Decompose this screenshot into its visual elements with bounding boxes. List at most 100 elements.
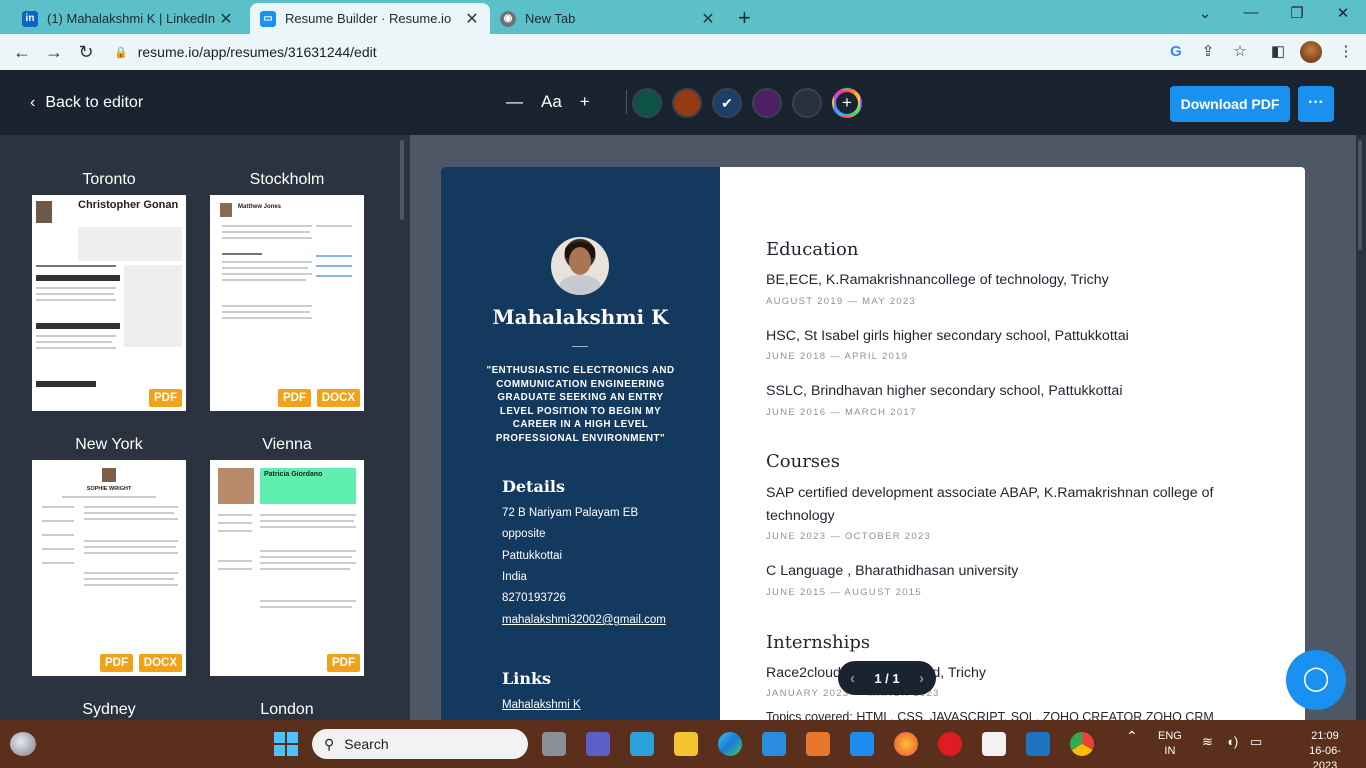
chat-support-button[interactable]: ◯: [1286, 650, 1346, 710]
download-pdf-button[interactable]: Download PDF: [1170, 86, 1290, 122]
check-icon: ✔: [721, 95, 733, 111]
chrome-taskbar-icon[interactable]: [1070, 732, 1094, 756]
education-heading: Education: [766, 239, 859, 260]
thumb-line: [42, 534, 74, 536]
divider: [572, 346, 588, 347]
template-thumb-new-york[interactable]: SOPHIE WRIGHT PDF DOCX: [32, 460, 186, 676]
file-explorer-icon[interactable]: [674, 732, 698, 756]
thumb-line: [84, 552, 178, 554]
profile-link[interactable]: Mahalakshmi K: [502, 699, 581, 711]
battery-icon[interactable]: ▭: [1250, 734, 1262, 749]
courses-heading: Courses: [766, 451, 840, 472]
prev-page-icon[interactable]: ‹: [850, 670, 855, 687]
thumb-photo: [36, 201, 52, 223]
color-swatch-rust[interactable]: [672, 88, 702, 118]
details-heading: Details: [502, 477, 565, 496]
start-tile: [274, 745, 285, 756]
tab-new-tab[interactable]: ◉ New Tab ✕: [490, 3, 726, 34]
template-thumb-toronto[interactable]: Christopher Gonan PDF: [32, 195, 186, 411]
dropbox-icon[interactable]: [850, 732, 874, 756]
color-swatch-navy-selected[interactable]: ✔: [712, 88, 742, 118]
share-icon[interactable]: ⇪: [1198, 42, 1218, 62]
close-tab-icon[interactable]: ✕: [464, 9, 480, 29]
forward-arrow-icon[interactable]: →: [42, 40, 66, 64]
office-icon[interactable]: [806, 732, 830, 756]
thumb-line: [316, 275, 352, 277]
task-view-icon[interactable]: [542, 732, 566, 756]
font-size-controls: — Aa +: [506, 90, 627, 114]
more-options-button[interactable]: ···: [1298, 86, 1334, 122]
clock[interactable]: 21:09 16-06-2023: [1300, 729, 1350, 768]
tab-linkedin[interactable]: in (1) Mahalakshmi K | LinkedIn ✕: [12, 3, 244, 34]
increase-font-button[interactable]: +: [580, 92, 590, 112]
profile-avatar[interactable]: [1300, 41, 1322, 63]
templates-scrollbar[interactable]: [400, 140, 404, 220]
url-text: resume.io/app/resumes/31631244/edit: [137, 44, 377, 60]
chat-bubble-icon: ◯: [1302, 665, 1330, 692]
thumb-line: [42, 562, 74, 564]
side-panel-icon[interactable]: ◧: [1268, 42, 1288, 62]
chrome-menu-icon[interactable]: ⋮: [1336, 42, 1356, 62]
thumb-line: [260, 520, 354, 522]
thumb-line: [84, 584, 178, 586]
opera-icon[interactable]: [938, 732, 962, 756]
thumb-line: [218, 530, 252, 532]
color-swatch-charcoal[interactable]: [792, 88, 822, 118]
thumb-line: [218, 560, 252, 562]
decrease-font-button[interactable]: —: [506, 92, 523, 112]
windows-taskbar: ⚲ Search ⌃ ENG IN ≋ ◖) ▭ 21:09 16-06-202…: [0, 720, 1366, 768]
thumb-name: Patricia Giordano: [264, 471, 323, 478]
edge-icon[interactable]: [718, 732, 742, 756]
weather-icon[interactable]: [10, 732, 36, 756]
reload-icon[interactable]: ↻: [74, 40, 98, 64]
taskbar-search[interactable]: ⚲ Search: [312, 729, 528, 759]
resume-page: Mahalakshmi K "ENTHUSIASTIC ELECTRONICS …: [441, 167, 1305, 720]
close-tab-icon[interactable]: ✕: [218, 9, 234, 29]
preview-scrollbar[interactable]: [1358, 140, 1362, 250]
minimize-button[interactable]: —: [1228, 4, 1274, 21]
tray-chevron-icon[interactable]: ⌃: [1126, 729, 1138, 744]
url-input[interactable]: 🔒 resume.io/app/resumes/31631244/edit: [108, 38, 1258, 66]
notepad-icon[interactable]: [982, 732, 1006, 756]
google-icon[interactable]: G: [1166, 42, 1186, 62]
email-link[interactable]: mahalakshmi32002@gmail.com: [502, 614, 666, 626]
template-thumb-vienna[interactable]: Patricia Giordano PDF: [210, 460, 364, 676]
course-entry: SAP certified development associate ABAP…: [766, 485, 1214, 524]
template-name[interactable]: Sydney: [32, 701, 186, 719]
color-swatch-purple[interactable]: [752, 88, 782, 118]
browser-tab-bar: in (1) Mahalakshmi K | LinkedIn ✕ ▭ Resu…: [0, 0, 1366, 34]
thumb-line: [84, 578, 174, 580]
next-page-icon[interactable]: ›: [919, 670, 924, 687]
tab-resume-builder[interactable]: ▭ Resume Builder · Resume.io ✕: [250, 3, 490, 34]
lock-icon: 🔒: [114, 46, 128, 59]
thumb-line: [218, 514, 252, 516]
maximize-button[interactable]: ❐: [1274, 4, 1320, 22]
course-date: JUNE 2015 — AUGUST 2015: [766, 587, 922, 598]
bookmark-star-icon[interactable]: ☆: [1230, 42, 1250, 62]
wifi-icon[interactable]: ≋: [1202, 734, 1213, 749]
firefox-icon[interactable]: [894, 732, 918, 756]
add-color-button[interactable]: +: [832, 88, 862, 118]
close-tab-icon[interactable]: ✕: [700, 9, 716, 29]
new-tab-button[interactable]: +: [738, 5, 751, 31]
lang-label: ENG: [1158, 730, 1182, 742]
thumb-line: [36, 347, 116, 349]
thumb-line: [260, 606, 352, 608]
myhp-icon[interactable]: [1026, 732, 1050, 756]
volume-icon[interactable]: ◖): [1226, 734, 1238, 749]
back-to-editor-button[interactable]: ‹ Back to editor: [30, 94, 143, 112]
mail-icon[interactable]: [762, 732, 786, 756]
thumb-photo: [102, 468, 116, 482]
template-name[interactable]: London: [210, 701, 364, 719]
teams-icon[interactable]: [586, 732, 610, 756]
template-thumb-stockholm[interactable]: Matthew Jones PDF DOCX: [210, 195, 364, 411]
windows-start-icon[interactable]: [274, 732, 298, 756]
color-swatch-green[interactable]: [632, 88, 662, 118]
close-window-button[interactable]: ✕: [1320, 4, 1366, 22]
thumb-photo: [220, 203, 232, 217]
tab-search-chevron-icon[interactable]: ⌄: [1182, 4, 1228, 22]
desktop-icon[interactable]: [630, 732, 654, 756]
back-arrow-icon[interactable]: ←: [10, 40, 34, 64]
language-indicator[interactable]: ENG IN: [1158, 729, 1182, 759]
thumb-line: [84, 540, 178, 542]
